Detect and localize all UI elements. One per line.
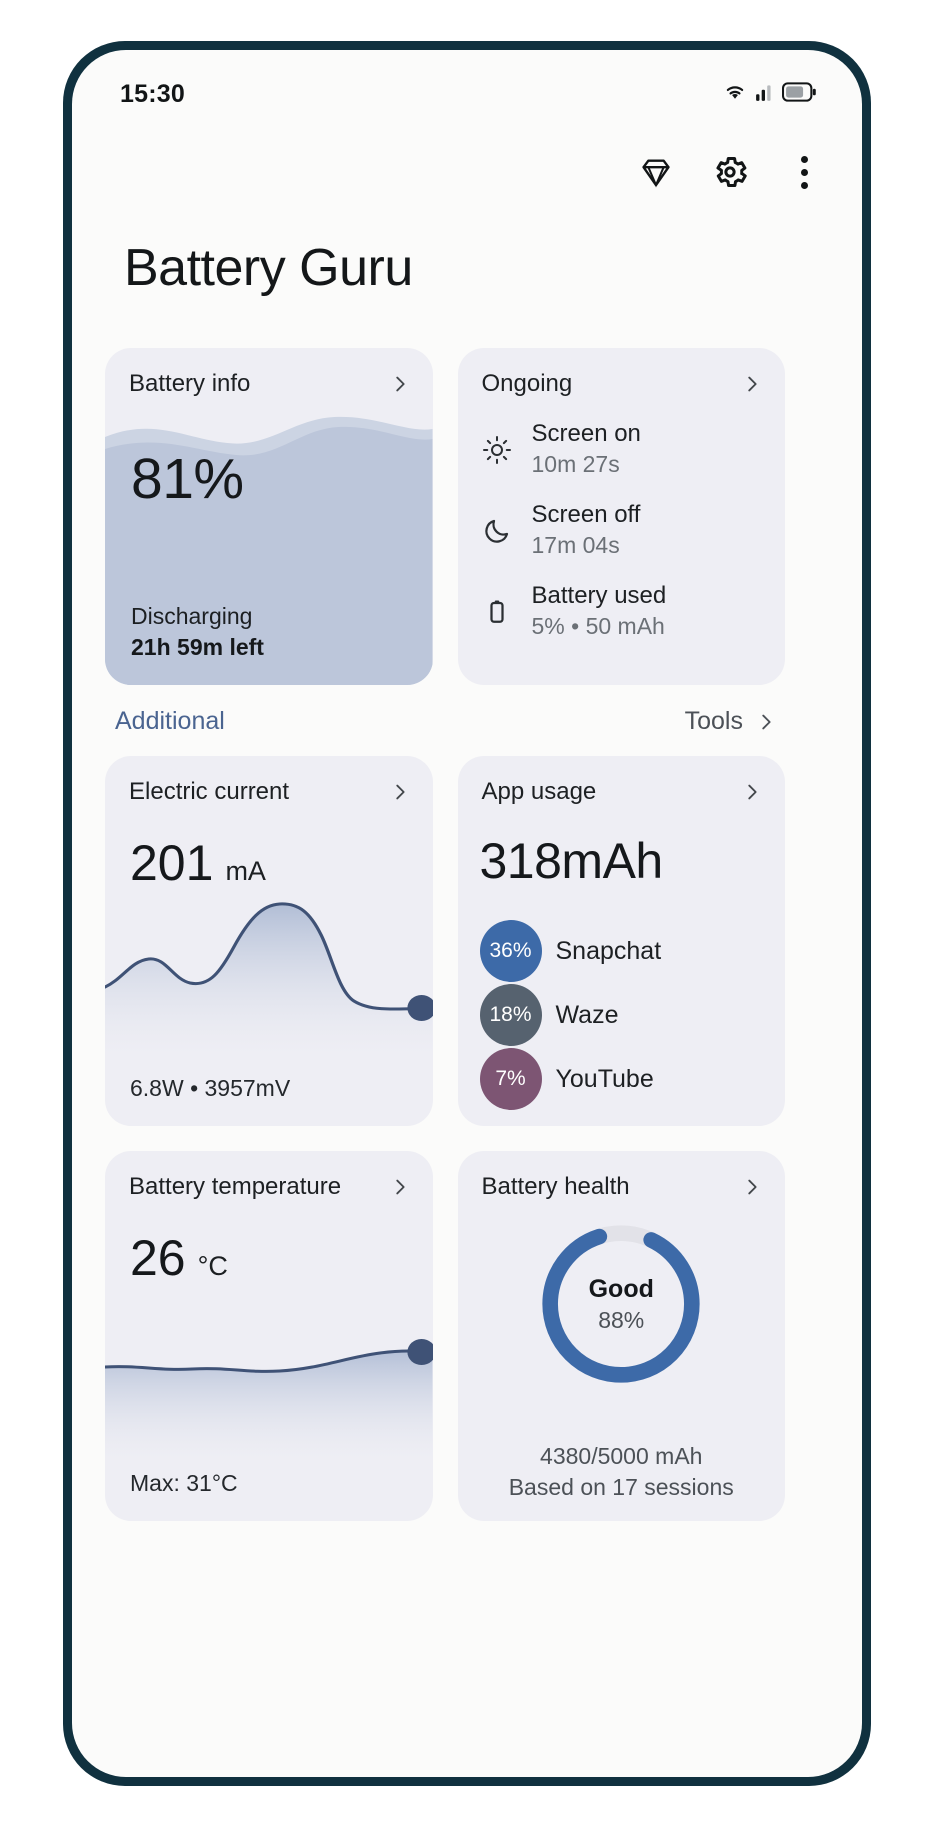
- status-bar-clock: 15:30: [120, 79, 185, 108]
- battery-health-footer: 4380/5000 mAh Based on 17 sessions: [458, 1441, 786, 1503]
- battery-info-header: Battery info: [105, 348, 433, 398]
- battery-info-footer: Discharging 21h 59m left: [131, 603, 264, 661]
- battery-temperature-value-row: 26 °C: [105, 1201, 433, 1287]
- ongoing-item-value: 17m 04s: [531, 532, 620, 559]
- chevron-right-icon[interactable]: [741, 373, 763, 395]
- app-name-label: Waze: [555, 1000, 619, 1029]
- grid-row-2: Electric current 201 mA 6.8W • 3957mV Ap…: [105, 756, 785, 1126]
- electric-current-value: 201: [130, 835, 214, 891]
- battery-time-left: 21h 59m left: [131, 634, 264, 660]
- app-usage-total: 318mAh: [479, 833, 664, 889]
- electric-current-header: Electric current: [105, 756, 433, 806]
- battery-info-card[interactable]: Battery info 81% Discharging 21h 59m lef…: [105, 348, 433, 685]
- battery-health-percent: 88%: [598, 1306, 645, 1333]
- list-item[interactable]: 18% Waze: [479, 984, 786, 1046]
- ongoing-item-screen-on: Screen on 10m 27s: [480, 420, 766, 479]
- ongoing-header: Ongoing: [458, 348, 786, 398]
- ongoing-title: Ongoing: [481, 370, 573, 397]
- app-percent-bubble: 36%: [479, 920, 542, 982]
- electric-current-value-row: 201 mA: [105, 806, 433, 892]
- ongoing-item-label: Screen off: [531, 501, 641, 529]
- battery-temperature-sparkline: [105, 1321, 433, 1461]
- battery-health-ring-center: Good 88%: [536, 1219, 706, 1389]
- ongoing-item-text: Screen off 17m 04s: [532, 501, 641, 560]
- tools-link[interactable]: Tools: [685, 707, 777, 736]
- battery-health-ring: Good 88%: [536, 1219, 706, 1389]
- battery-icon: [781, 81, 816, 107]
- electric-current-unit: mA: [225, 856, 266, 886]
- more-vertical-icon[interactable]: [784, 152, 824, 192]
- battery-temperature-footer: Max: 31°C: [130, 1470, 238, 1496]
- chevron-right-icon[interactable]: [389, 1176, 411, 1198]
- ongoing-item-label: Battery used: [531, 582, 667, 610]
- app-usage-header: App usage: [458, 756, 786, 806]
- app-usage-list: 36% Snapchat 18% Waze 7% YouTube: [458, 890, 786, 1110]
- battery-temperature-unit: °C: [197, 1251, 228, 1281]
- grid-row-1: Battery info 81% Discharging 21h 59m lef…: [105, 348, 785, 685]
- premium-diamond-icon[interactable]: [636, 152, 676, 192]
- ongoing-item-screen-off: Screen off 17m 04s: [480, 501, 766, 560]
- battery-percent: 81%: [131, 447, 244, 511]
- battery-temperature-header: Battery temperature: [105, 1151, 433, 1201]
- ongoing-item-value: 5% • 50 mAh: [531, 613, 665, 640]
- battery-health-card[interactable]: Battery health Good 88% 4380/5000 mAh Ba…: [457, 1151, 786, 1521]
- sun-icon: [480, 433, 514, 467]
- app-percent-bubble: 7%: [479, 1048, 542, 1110]
- phone-screen: 15:30 Battery Guru Battery info 81% Disc…: [72, 50, 862, 1777]
- section-additional-label[interactable]: Additional: [115, 707, 225, 736]
- ongoing-item-text: Battery used 5% • 50 mAh: [532, 582, 667, 641]
- grid-row-3: Battery temperature 26 °C Max: 31°C Batt…: [105, 1151, 785, 1521]
- ongoing-item-battery-used: Battery used 5% • 50 mAh: [480, 582, 766, 641]
- battery-vertical-icon: [480, 595, 514, 629]
- battery-health-capacity: 4380/5000 mAh: [540, 1442, 703, 1469]
- chevron-right-icon: [755, 711, 777, 733]
- ongoing-item-label: Screen on: [531, 420, 641, 447]
- electric-current-footer: 6.8W • 3957mV: [130, 1075, 291, 1101]
- battery-health-header: Battery health: [458, 1151, 786, 1201]
- ongoing-list: Screen on 10m 27s Screen off 17m 04s Bat…: [458, 398, 786, 641]
- app-usage-title: App usage: [481, 778, 597, 805]
- electric-current-title: Electric current: [129, 778, 290, 805]
- battery-temperature-card[interactable]: Battery temperature 26 °C Max: 31°C: [105, 1151, 433, 1521]
- battery-health-status: Good: [588, 1274, 654, 1303]
- chevron-right-icon[interactable]: [389, 781, 411, 803]
- app-percent-bubble: 18%: [479, 984, 542, 1046]
- status-bar-icons: [722, 81, 816, 107]
- action-bar: [636, 152, 824, 192]
- gear-icon[interactable]: [710, 152, 750, 192]
- tools-label: Tools: [684, 707, 743, 735]
- status-bar: 15:30: [72, 72, 862, 116]
- electric-current-sparkline: [105, 883, 433, 1058]
- battery-temperature-value: 26: [130, 1230, 186, 1286]
- cellular-signal-icon: [755, 82, 775, 107]
- ongoing-item-text: Screen on 10m 27s: [532, 420, 641, 479]
- app-name-label: YouTube: [555, 1064, 654, 1093]
- app-name-label: Snapchat: [555, 936, 662, 965]
- list-item[interactable]: 36% Snapchat: [479, 920, 786, 982]
- moon-icon: [480, 514, 514, 548]
- battery-health-title: Battery health: [481, 1173, 630, 1200]
- chevron-right-icon[interactable]: [741, 1176, 763, 1198]
- section-row: Additional Tools: [115, 707, 777, 736]
- wifi-icon: [722, 82, 748, 107]
- ongoing-card[interactable]: Ongoing Screen on 10m 27s Screen off 17m…: [457, 348, 786, 685]
- chevron-right-icon[interactable]: [389, 373, 411, 395]
- app-usage-card[interactable]: App usage 318mAh 36% Snapchat 18% Waze 7…: [457, 756, 786, 1126]
- ongoing-item-value: 10m 27s: [531, 451, 620, 478]
- phone-frame: 15:30 Battery Guru Battery info 81% Disc…: [63, 41, 871, 1786]
- battery-temperature-title: Battery temperature: [129, 1173, 342, 1200]
- chevron-right-icon[interactable]: [741, 781, 763, 803]
- battery-health-sessions: Based on 17 sessions: [508, 1473, 734, 1500]
- electric-current-card[interactable]: Electric current 201 mA 6.8W • 3957mV: [105, 756, 433, 1126]
- list-item[interactable]: 7% YouTube: [479, 1048, 786, 1110]
- battery-charging-state: Discharging: [131, 603, 253, 629]
- dashboard-grid: Battery info 81% Discharging 21h 59m lef…: [105, 348, 785, 1521]
- battery-info-title: Battery info: [129, 370, 251, 397]
- page-title: Battery Guru: [124, 239, 413, 297]
